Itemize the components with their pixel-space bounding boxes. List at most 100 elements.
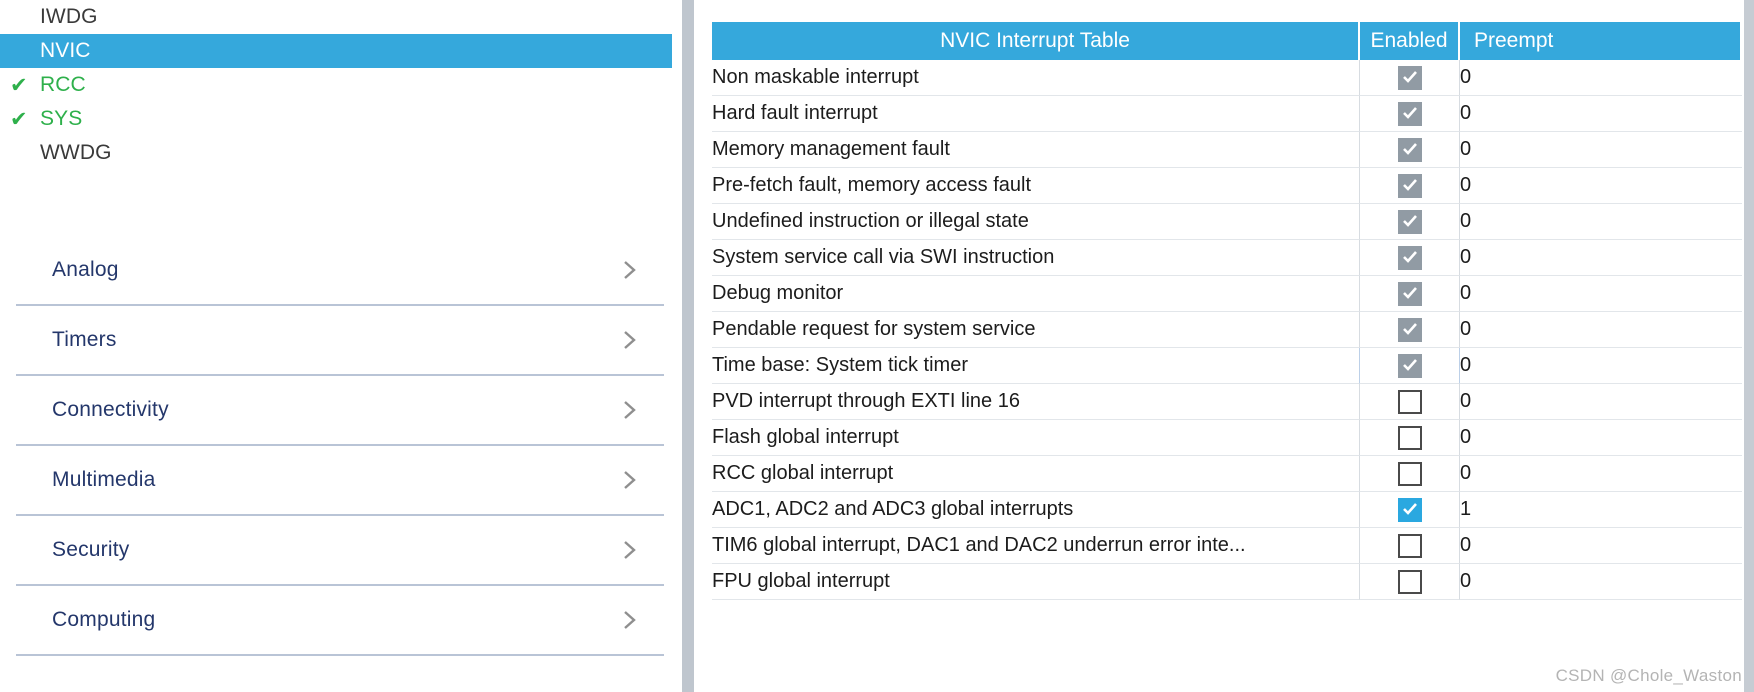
enabled-checkbox xyxy=(1397,138,1422,162)
interrupt-name-cell[interactable]: FPU global interrupt xyxy=(712,564,1360,600)
category-label: Computing xyxy=(52,608,156,631)
chevron-right-icon[interactable] xyxy=(622,469,638,491)
enabled-cell[interactable] xyxy=(1360,456,1460,492)
enabled-cell[interactable] xyxy=(1360,528,1460,564)
sidebar-item-sys[interactable]: ✔ SYS xyxy=(0,102,672,136)
preemption-priority-cell[interactable]: 0 xyxy=(1460,240,1742,276)
chevron-right-icon[interactable] xyxy=(622,329,638,351)
table-row[interactable]: TIM6 global interrupt, DAC1 and DAC2 und… xyxy=(712,528,1742,564)
preemption-priority-cell[interactable]: 0 xyxy=(1460,564,1742,600)
interrupt-name-cell[interactable]: Undefined instruction or illegal state xyxy=(712,204,1360,240)
interrupt-name-cell[interactable]: RCC global interrupt xyxy=(712,456,1360,492)
sidebar-item-label: SYS xyxy=(40,107,83,130)
nvic-configuration-screen: IWDG NVIC ✔ RCC ✔ SYS WWDG Analog Timers Connect… xyxy=(0,0,1754,692)
column-header-name[interactable]: NVIC Interrupt Table xyxy=(712,22,1360,60)
interrupt-name-cell[interactable]: TIM6 global interrupt, DAC1 and DAC2 und… xyxy=(712,528,1360,564)
enabled-cell[interactable] xyxy=(1360,96,1460,132)
enabled-cell[interactable] xyxy=(1360,168,1460,204)
enabled-checkbox[interactable] xyxy=(1397,570,1422,594)
preemption-priority-cell[interactable]: 0 xyxy=(1460,456,1742,492)
enabled-cell[interactable] xyxy=(1360,312,1460,348)
enabled-checkbox[interactable] xyxy=(1397,498,1422,522)
enabled-checkbox[interactable] xyxy=(1397,390,1422,414)
interrupt-name-cell[interactable]: Pendable request for system service xyxy=(712,312,1360,348)
interrupt-name-cell[interactable]: PVD interrupt through EXTI line 16 xyxy=(712,384,1360,420)
enabled-cell[interactable] xyxy=(1360,384,1460,420)
sidebar-item-wwdg[interactable]: WWDG xyxy=(0,136,672,170)
enabled-cell[interactable] xyxy=(1360,60,1460,96)
table-row[interactable]: ADC1, ADC2 and ADC3 global interrupts 1 xyxy=(712,492,1742,528)
enabled-cell[interactable] xyxy=(1360,420,1460,456)
column-header-preempt[interactable]: Preempt xyxy=(1460,22,1742,60)
enabled-cell[interactable] xyxy=(1360,564,1460,600)
category-label: Multimedia xyxy=(52,468,156,491)
enabled-cell[interactable] xyxy=(1360,240,1460,276)
enabled-checkbox[interactable] xyxy=(1397,534,1422,558)
preemption-priority-cell[interactable]: 0 xyxy=(1460,312,1742,348)
chevron-right-icon[interactable] xyxy=(622,609,638,631)
interrupt-name-cell[interactable]: Memory management fault xyxy=(712,132,1360,168)
preemption-priority-cell[interactable]: 0 xyxy=(1460,60,1742,96)
sidebar-item-label: IWDG xyxy=(40,5,98,28)
category-row-analog[interactable]: Analog xyxy=(16,236,664,306)
checkmark-icon xyxy=(1402,213,1418,229)
preemption-priority-cell[interactable]: 0 xyxy=(1460,204,1742,240)
sidebar-item-nvic[interactable]: NVIC xyxy=(0,34,672,68)
preemption-priority-cell[interactable]: 1 xyxy=(1460,492,1742,528)
table-row[interactable]: RCC global interrupt 0 xyxy=(712,456,1742,492)
category-row-connectivity[interactable]: Connectivity xyxy=(16,376,664,446)
interrupt-name-cell[interactable]: System service call via SWI instruction xyxy=(712,240,1360,276)
table-row[interactable]: Memory management fault 0 xyxy=(712,132,1742,168)
enabled-cell[interactable] xyxy=(1360,204,1460,240)
preemption-priority-cell[interactable]: 0 xyxy=(1460,420,1742,456)
enabled-cell[interactable] xyxy=(1360,276,1460,312)
enabled-cell[interactable] xyxy=(1360,132,1460,168)
table-row[interactable]: Undefined instruction or illegal state 0 xyxy=(712,204,1742,240)
table-row[interactable]: Flash global interrupt 0 xyxy=(712,420,1742,456)
interrupt-name-cell[interactable]: Pre-fetch fault, memory access fault xyxy=(712,168,1360,204)
chevron-right-icon[interactable] xyxy=(622,399,638,421)
enabled-checkbox[interactable] xyxy=(1397,426,1422,450)
table-row[interactable]: FPU global interrupt 0 xyxy=(712,564,1742,600)
preemption-priority-cell[interactable]: 0 xyxy=(1460,132,1742,168)
table-row[interactable]: Hard fault interrupt 0 xyxy=(712,96,1742,132)
category-row-computing[interactable]: Computing xyxy=(16,586,664,656)
splitter-track[interactable] xyxy=(682,0,694,692)
enabled-cell[interactable] xyxy=(1360,492,1460,528)
category-row-security[interactable]: Security xyxy=(16,516,664,586)
enabled-checkbox xyxy=(1397,174,1422,198)
table-row[interactable]: Pendable request for system service 0 xyxy=(712,312,1742,348)
interrupt-name-cell[interactable]: Flash global interrupt xyxy=(712,420,1360,456)
interrupt-name-cell[interactable]: Hard fault interrupt xyxy=(712,96,1360,132)
chevron-right-icon[interactable] xyxy=(622,539,638,561)
sidebar-item-rcc[interactable]: ✔ RCC xyxy=(0,68,672,102)
table-row[interactable]: System service call via SWI instruction 0 xyxy=(712,240,1742,276)
preemption-priority-cell[interactable]: 0 xyxy=(1460,528,1742,564)
category-row-multimedia[interactable]: Multimedia xyxy=(16,446,664,516)
column-header-enabled[interactable]: Enabled xyxy=(1360,22,1460,60)
interrupt-name-cell[interactable]: Debug monitor xyxy=(712,276,1360,312)
checkmark-icon xyxy=(1402,177,1418,193)
interrupt-name-cell[interactable]: Non maskable interrupt xyxy=(712,60,1360,96)
interrupt-name-cell[interactable]: ADC1, ADC2 and ADC3 global interrupts xyxy=(712,492,1360,528)
sidebar-item-label: WWDG xyxy=(40,141,112,164)
table-row[interactable]: Time base: System tick timer 0 xyxy=(712,348,1742,384)
preemption-priority-cell[interactable]: 0 xyxy=(1460,276,1742,312)
enabled-checkbox[interactable] xyxy=(1397,462,1422,486)
preemption-priority-cell[interactable]: 0 xyxy=(1460,348,1742,384)
table-row[interactable]: PVD interrupt through EXTI line 16 0 xyxy=(712,384,1742,420)
panel-splitter[interactable] xyxy=(672,0,702,692)
preemption-priority-cell[interactable]: 0 xyxy=(1460,96,1742,132)
peripheral-list: IWDG NVIC ✔ RCC ✔ SYS WWDG xyxy=(0,0,672,170)
interrupt-name-cell[interactable]: Time base: System tick timer xyxy=(712,348,1360,384)
preemption-priority-cell[interactable]: 0 xyxy=(1460,384,1742,420)
table-row[interactable]: Debug monitor 0 xyxy=(712,276,1742,312)
preemption-priority-cell[interactable]: 0 xyxy=(1460,168,1742,204)
table-row[interactable]: Non maskable interrupt 0 xyxy=(712,60,1742,96)
sidebar-item-iwdg[interactable]: IWDG xyxy=(0,0,672,34)
enabled-cell[interactable] xyxy=(1360,348,1460,384)
vertical-scrollbar[interactable] xyxy=(1744,0,1754,692)
chevron-right-icon[interactable] xyxy=(622,259,638,281)
category-row-timers[interactable]: Timers xyxy=(16,306,664,376)
table-row[interactable]: Pre-fetch fault, memory access fault 0 xyxy=(712,168,1742,204)
